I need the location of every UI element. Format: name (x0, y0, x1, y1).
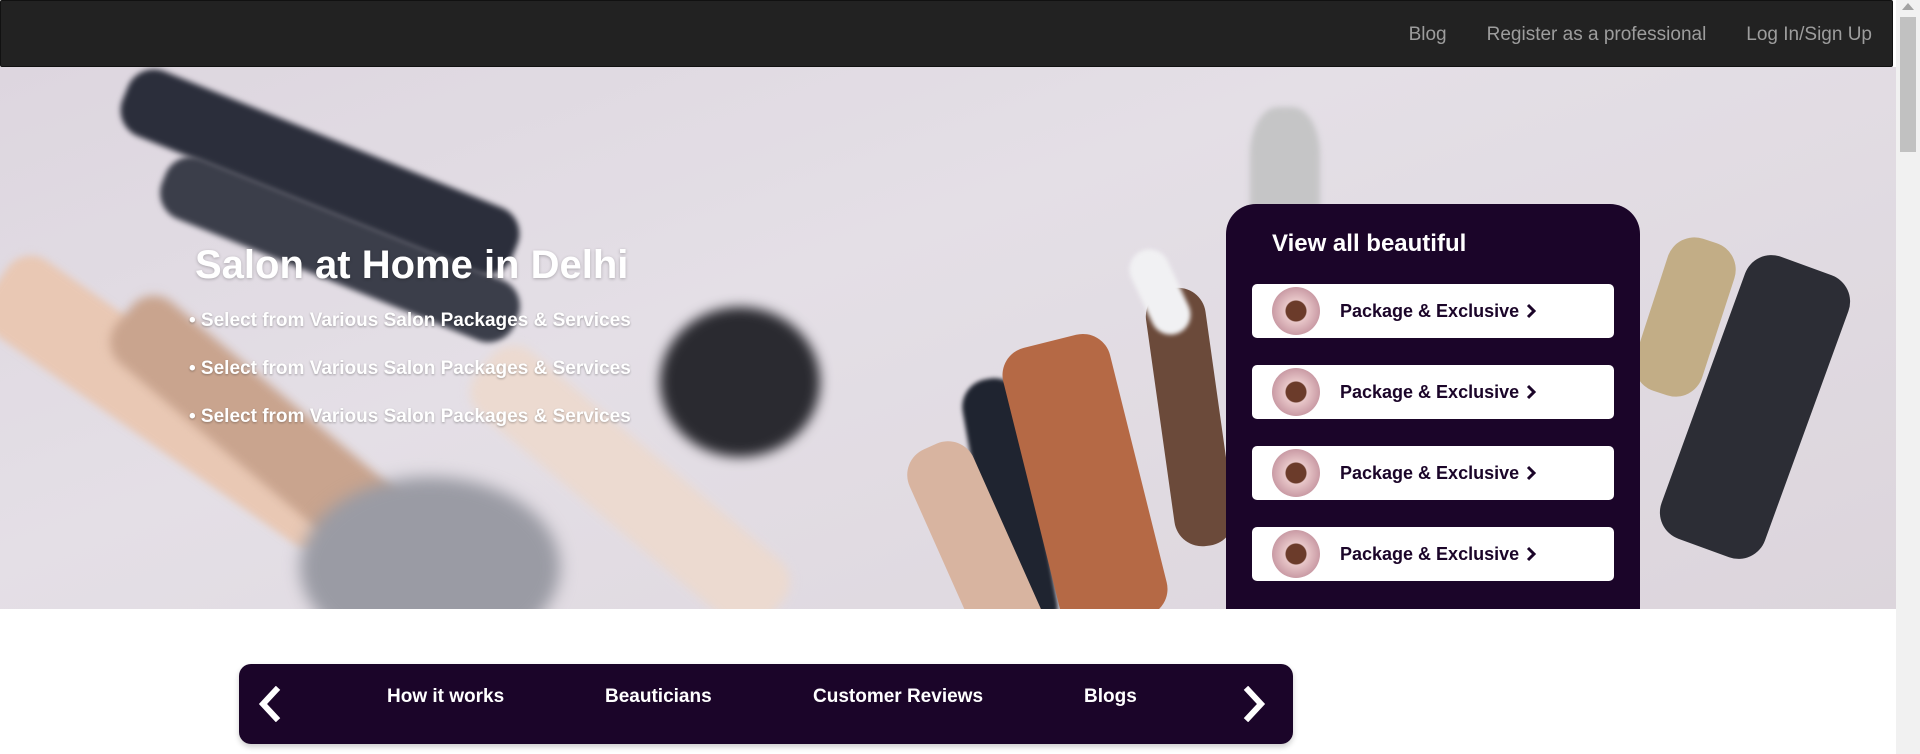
scroll-up-arrow-icon[interactable] (1902, 3, 1914, 10)
package-card[interactable]: Package & Exclusive (1252, 284, 1614, 338)
chevron-right-icon (1527, 303, 1537, 319)
chevron-right-icon (1527, 384, 1537, 400)
package-label: Package & Exclusive (1340, 300, 1520, 321)
top-navbar: Blog Register as a professional Log In/S… (0, 0, 1893, 67)
chevron-right-icon (1527, 465, 1537, 481)
hero-bullet: • Select from Various Salon Packages & S… (189, 310, 631, 331)
nav-links: Blog Register as a professional Log In/S… (1409, 1, 1872, 68)
package-label: Package & Exclusive (1340, 543, 1520, 564)
package-card[interactable]: Package & Exclusive (1252, 446, 1614, 500)
hero-bullet: • Select from Various Salon Packages & S… (189, 358, 631, 379)
chevron-right-icon (1243, 686, 1266, 722)
hero-text: Salon at Home in Delhi • Select from Var… (189, 243, 631, 454)
nav-link-blog[interactable]: Blog (1409, 24, 1447, 46)
tab-how-it-works[interactable]: How it works (387, 664, 504, 730)
chevron-right-icon (1527, 546, 1537, 562)
package-list: Package & Exclusive Package & Exclusive … (1252, 284, 1614, 608)
tab-blogs[interactable]: Blogs (1084, 664, 1137, 730)
package-label: Package & Exclusive (1340, 381, 1520, 402)
page-scrollbar[interactable] (1896, 0, 1920, 754)
package-thumbnail (1272, 449, 1320, 497)
chevron-left-icon (258, 686, 281, 722)
tab-beauticians[interactable]: Beauticians (605, 664, 712, 730)
hero-background-puff (660, 307, 820, 457)
panel-title: View all beautiful (1272, 230, 1467, 257)
nav-link-register-professional[interactable]: Register as a professional (1487, 24, 1707, 46)
nav-link-login-signup[interactable]: Log In/Sign Up (1746, 24, 1872, 46)
hero-bullet: • Select from Various Salon Packages & S… (189, 406, 631, 427)
next-arrow-button[interactable] (1235, 682, 1275, 726)
package-card[interactable]: Package & Exclusive (1252, 365, 1614, 419)
tab-customer-reviews[interactable]: Customer Reviews (813, 664, 983, 730)
package-thumbnail (1272, 287, 1320, 335)
prev-arrow-button[interactable] (249, 682, 289, 726)
package-label: Package & Exclusive (1340, 462, 1520, 483)
scrollbar-thumb[interactable] (1900, 17, 1916, 152)
hero-title: Salon at Home in Delhi (195, 243, 629, 287)
section-tab-bar: How it works Beauticians Customer Review… (239, 664, 1293, 744)
packages-panel: View all beautiful Package & Exclusive P… (1226, 204, 1640, 609)
package-thumbnail (1272, 368, 1320, 416)
package-thumbnail (1272, 530, 1320, 578)
package-card[interactable]: Package & Exclusive (1252, 527, 1614, 581)
